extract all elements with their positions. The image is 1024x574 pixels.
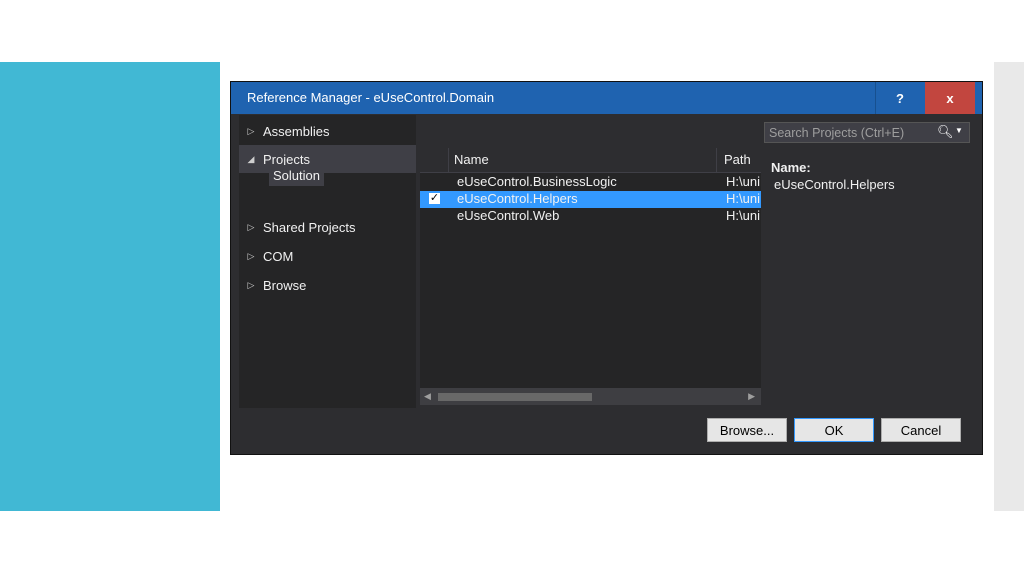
sidebar-item-projects[interactable]: ◢ Projects [239,145,416,173]
list-header: Name Path [420,148,761,173]
sidebar-subitem-solution[interactable]: Solution [269,165,324,186]
expand-arrow-icon: ▷ [247,125,255,136]
column-header-name[interactable]: Name [454,152,489,167]
project-path: H:\uni [726,208,760,223]
scroll-right-arrow-icon[interactable]: ▶ [748,391,755,402]
table-row[interactable]: eUseControl.Web H:\uni [420,208,761,225]
collapse-arrow-icon: ◢ [247,153,255,164]
horizontal-scrollbar[interactable]: ◀ ▶ [420,388,761,405]
project-name: eUseControl.BusinessLogic [457,174,617,189]
sidebar-item-label: Browse [263,277,307,293]
project-path: H:\uni [726,191,760,206]
sidebar-item-label: Assemblies [263,123,330,139]
title-bar[interactable]: Reference Manager - eUseControl.Domain ?… [231,82,982,114]
search-icon[interactable]: 🔍︎ [937,124,954,140]
checkbox[interactable]: ✓ [429,193,440,204]
expand-arrow-icon: ▷ [247,279,255,290]
chevron-down-icon[interactable]: ▼ [955,126,963,135]
table-row[interactable]: ✓ eUseControl.Helpers H:\uni [420,191,761,208]
sidebar-item-assemblies[interactable]: ▷ Assemblies [239,117,416,145]
sidebar-item-shared-projects[interactable]: ▷ Shared Projects [239,213,416,241]
cancel-button[interactable]: Cancel [881,418,961,442]
project-name: eUseControl.Web [457,208,560,223]
column-header-path[interactable]: Path [724,152,751,167]
expand-arrow-icon: ▷ [247,250,255,261]
sidebar-item-browse[interactable]: ▷ Browse [239,271,416,299]
scroll-thumb[interactable] [438,393,592,401]
sidebar-item-label: Shared Projects [263,219,356,235]
expand-arrow-icon: ▷ [247,221,255,232]
slide-side-bar [994,62,1024,511]
scroll-left-arrow-icon[interactable]: ◀ [424,391,431,402]
browse-button[interactable]: Browse... [707,418,787,442]
project-name: eUseControl.Helpers [457,191,578,206]
help-button[interactable]: ? [875,82,924,114]
sidebar-item-label: COM [263,248,294,264]
ok-button[interactable]: OK [794,418,874,442]
sidebar-item-com[interactable]: ▷ COM [239,242,416,270]
sidebar: ▷ Assemblies ◢ Projects Solution ▷ Share… [239,115,416,408]
slide-accent-bar [0,62,220,511]
column-divider [448,148,449,172]
window-title: Reference Manager - eUseControl.Domain [247,90,495,105]
project-path: H:\uni [726,174,760,189]
detail-name-value: eUseControl.Helpers [774,177,895,192]
close-button[interactable]: x [925,82,975,114]
project-list: Name Path eUseControl.BusinessLogic H:\u… [420,148,761,405]
search-input[interactable] [765,123,941,142]
reference-manager-dialog: Reference Manager - eUseControl.Domain ?… [230,81,983,455]
search-box[interactable]: 🔍︎ ▼ [764,122,970,143]
column-divider[interactable] [716,148,717,172]
table-row[interactable]: eUseControl.BusinessLogic H:\uni [420,174,761,191]
detail-name-label: Name: [771,160,811,175]
